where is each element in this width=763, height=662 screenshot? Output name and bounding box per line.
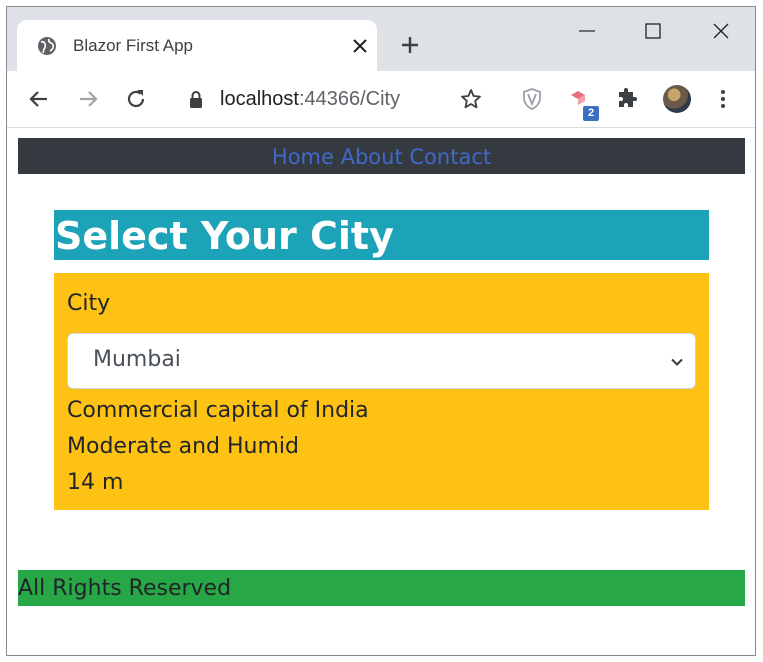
globe-icon xyxy=(38,37,56,55)
address-path: :44366/City xyxy=(298,88,401,110)
browser-toolbar: localhost:44366/City 2 xyxy=(7,71,755,128)
city-climate: Moderate and Humid xyxy=(67,434,299,459)
address-bar[interactable]: localhost:44366/City xyxy=(220,88,400,111)
browser-window: Blazor First App localhost:44366/City 2 … xyxy=(6,6,756,656)
maximize-icon xyxy=(645,23,661,39)
top-navbar: Home About Contact xyxy=(18,138,745,174)
tab-strip: Blazor First App xyxy=(7,7,755,72)
shield-extension-icon[interactable] xyxy=(520,87,544,111)
page-title: Select Your City xyxy=(55,214,394,258)
city-panel: City Mumbai Commercial capital of India … xyxy=(54,273,709,510)
tab-title: Blazor First App xyxy=(73,36,193,55)
address-host: localhost xyxy=(220,88,299,110)
lock-icon[interactable] xyxy=(188,90,204,110)
reload-icon[interactable] xyxy=(124,87,148,111)
city-select-value: Mumbai xyxy=(93,347,181,372)
forward-arrow-icon[interactable] xyxy=(76,87,100,111)
page-footer: All Rights Reserved xyxy=(18,570,745,606)
city-elevation: 14 m xyxy=(67,470,124,495)
close-window-button[interactable] xyxy=(691,7,751,55)
city-select[interactable]: Mumbai xyxy=(67,333,696,389)
chevron-down-icon xyxy=(671,358,683,366)
footer-text: All Rights Reserved xyxy=(18,576,232,601)
minimize-button[interactable] xyxy=(557,7,617,55)
extension-badge: 2 xyxy=(583,106,599,121)
city-description: Commercial capital of India xyxy=(67,398,369,423)
maximize-button[interactable] xyxy=(623,7,683,55)
back-arrow-icon[interactable] xyxy=(27,87,51,111)
nav-home-link[interactable]: Home xyxy=(272,145,334,169)
close-icon[interactable] xyxy=(351,37,369,55)
puzzle-icon[interactable] xyxy=(615,87,639,111)
page-header: Select Your City xyxy=(54,210,709,260)
plus-icon[interactable] xyxy=(399,34,421,56)
city-label: City xyxy=(67,291,111,316)
browser-tab[interactable]: Blazor First App xyxy=(17,20,377,72)
nav-contact-link[interactable]: Contact xyxy=(409,145,491,169)
star-icon[interactable] xyxy=(459,87,483,111)
page-content: Home About Contact Select Your City City… xyxy=(7,128,755,655)
nav-about-link[interactable]: About xyxy=(341,145,403,169)
profile-avatar[interactable] xyxy=(663,85,691,113)
kebab-menu-icon[interactable] xyxy=(711,87,735,111)
minimize-icon xyxy=(579,30,595,32)
window-close-icon xyxy=(713,23,729,39)
